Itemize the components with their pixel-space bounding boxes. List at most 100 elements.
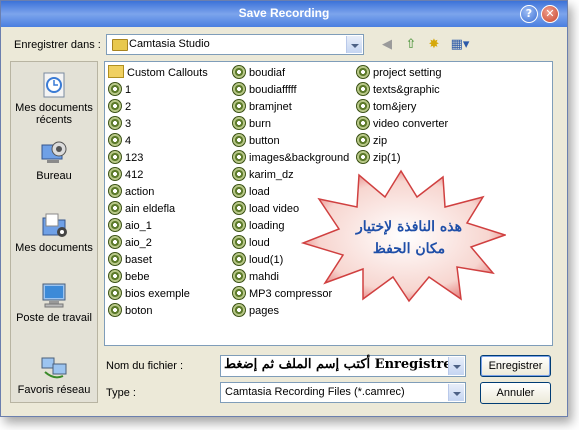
- list-item[interactable]: images&background: [232, 150, 349, 167]
- camtasia-file-icon: [232, 286, 246, 300]
- place-recent[interactable]: Mes documents récents: [11, 70, 97, 126]
- list-item[interactable]: project setting: [356, 65, 441, 82]
- folder-icon: [108, 65, 124, 78]
- list-item[interactable]: mahdi: [232, 269, 279, 286]
- list-item[interactable]: boudiaf: [232, 65, 285, 82]
- camtasia-file-icon: [108, 235, 122, 249]
- file-name: zip: [373, 135, 388, 147]
- file-name: boudiaf: [249, 67, 286, 79]
- place-label-recent: Mes documents récents: [15, 102, 93, 126]
- list-item[interactable]: 2: [108, 99, 131, 116]
- file-name: 2: [125, 101, 132, 113]
- folder-icon: [112, 39, 128, 51]
- list-item[interactable]: karim_dz: [232, 167, 294, 184]
- file-name: 1: [125, 84, 132, 96]
- filename-label: Nom du fichier :: [106, 360, 184, 372]
- save-button[interactable]: Enregistrer: [480, 355, 551, 377]
- place-label-mydocs: Mes documents: [15, 242, 93, 254]
- recent-documents-icon: [43, 72, 65, 98]
- camtasia-file-icon: [232, 303, 246, 317]
- list-item[interactable]: action: [108, 184, 154, 201]
- chevron-down-icon[interactable]: [448, 357, 464, 375]
- list-item[interactable]: aio_2: [108, 235, 152, 252]
- file-name: action: [125, 186, 155, 198]
- file-name: 412: [125, 169, 144, 181]
- file-name: ain eldefla: [125, 203, 176, 215]
- annotation-line2: مكان الحفظ: [372, 241, 446, 257]
- list-item[interactable]: pages: [232, 303, 279, 320]
- file-name: aio_1: [125, 220, 152, 232]
- list-item[interactable]: 412: [108, 167, 143, 184]
- filetype-combo[interactable]: Camtasia Recording Files (*.camrec): [220, 382, 466, 403]
- list-item[interactable]: 1: [108, 82, 131, 99]
- list-item[interactable]: zip(1): [356, 150, 401, 167]
- list-item[interactable]: loud(1): [232, 252, 283, 269]
- file-name: bramjnet: [249, 101, 292, 113]
- list-item[interactable]: load video: [232, 201, 299, 218]
- list-item[interactable]: bios exemple: [108, 286, 190, 303]
- list-item[interactable]: Custom Callouts: [108, 65, 208, 82]
- list-item[interactable]: baset: [108, 252, 152, 269]
- file-name: pages: [249, 305, 279, 317]
- camtasia-file-icon: [232, 235, 246, 249]
- up-folder-icon[interactable]: ⇧: [402, 37, 420, 53]
- annotation-starburst: [301, 169, 506, 303]
- list-item[interactable]: 123: [108, 150, 143, 167]
- list-item[interactable]: burn: [232, 116, 271, 133]
- chevron-down-icon[interactable]: [448, 384, 464, 401]
- place-computer[interactable]: Poste de travail: [11, 280, 97, 324]
- place-desktop[interactable]: Bureau: [11, 138, 97, 182]
- list-item[interactable]: zip: [356, 133, 387, 150]
- views-menu-icon[interactable]: ▦▾: [449, 37, 471, 53]
- camtasia-file-icon: [108, 252, 122, 266]
- camtasia-file-icon: [232, 201, 246, 215]
- file-name: tom&jery: [373, 101, 417, 113]
- camtasia-file-icon: [356, 99, 370, 113]
- new-folder-icon[interactable]: ✸: [425, 37, 443, 53]
- place-network[interactable]: Favoris réseau: [11, 352, 97, 396]
- file-name: 123: [125, 152, 144, 164]
- camtasia-file-icon: [108, 150, 122, 164]
- camtasia-file-icon: [232, 133, 246, 147]
- close-button[interactable]: ✕: [541, 5, 559, 23]
- camtasia-file-icon: [232, 184, 246, 198]
- camtasia-file-icon: [356, 150, 370, 164]
- filename-field[interactable]: أكتب إسم الملف ثم إضغط Enregistrer: [220, 355, 466, 377]
- list-item[interactable]: 4: [108, 133, 131, 150]
- list-item[interactable]: bebe: [108, 269, 149, 286]
- list-item[interactable]: 3: [108, 116, 131, 133]
- list-item[interactable]: loud: [232, 235, 270, 252]
- list-item[interactable]: load: [232, 184, 270, 201]
- list-item[interactable]: loading: [232, 218, 284, 235]
- list-item[interactable]: ain eldefla: [108, 201, 175, 218]
- filetype-value: Camtasia Recording Files (*.camrec): [225, 386, 405, 398]
- list-item[interactable]: button: [232, 133, 280, 150]
- camtasia-file-icon: [232, 167, 246, 181]
- list-item[interactable]: texts&graphic: [356, 82, 440, 99]
- camtasia-file-icon: [356, 65, 370, 79]
- list-item[interactable]: bramjnet: [232, 99, 292, 116]
- annotation-line1: هذه النافذة لإختيار: [356, 219, 462, 235]
- lookin-value: Camtasia Studio: [129, 38, 210, 50]
- list-item[interactable]: aio_1: [108, 218, 152, 235]
- camtasia-file-icon: [108, 286, 122, 300]
- camtasia-file-icon: [232, 269, 246, 283]
- back-arrow-icon[interactable]: ◀: [378, 37, 396, 53]
- file-name: aio_2: [125, 237, 152, 249]
- file-name: bios exemple: [125, 288, 190, 300]
- camtasia-file-icon: [108, 99, 122, 113]
- lookin-combo[interactable]: Camtasia Studio: [106, 34, 364, 55]
- list-item[interactable]: boudiafffff: [232, 82, 297, 99]
- place-label-computer: Poste de travail: [16, 312, 92, 324]
- file-name: boton: [125, 305, 153, 317]
- place-mydocs[interactable]: Mes documents: [11, 210, 97, 254]
- camtasia-file-icon: [108, 303, 122, 317]
- list-item[interactable]: boton: [108, 303, 153, 320]
- chevron-down-icon[interactable]: [346, 36, 362, 53]
- cancel-button[interactable]: Annuler: [480, 382, 551, 404]
- camtasia-file-icon: [356, 82, 370, 96]
- list-item[interactable]: video converter: [356, 116, 448, 133]
- filename-value: أكتب إسم الملف ثم إضغط Enregistrer: [224, 357, 459, 372]
- list-item[interactable]: tom&jery: [356, 99, 416, 116]
- help-button[interactable]: ?: [520, 5, 538, 23]
